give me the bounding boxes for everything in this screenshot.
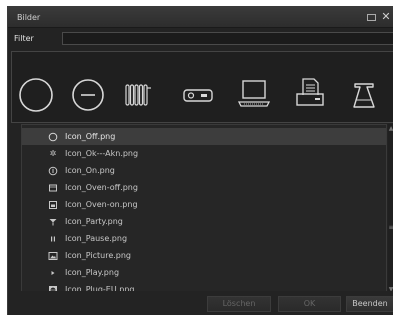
image-picker-dialog: Bilder ✕ Filter Icon_Off.png ✲ Icon_Ok--… bbox=[7, 6, 393, 315]
filter-input[interactable] bbox=[62, 32, 393, 45]
scroll-thumb[interactable]: ≡ bbox=[388, 224, 393, 232]
dialog-footer: Löschen OK Beenden bbox=[8, 291, 393, 315]
projector-icon[interactable] bbox=[177, 52, 219, 124]
play-icon bbox=[48, 268, 58, 278]
file-name: Icon_Pause.png bbox=[65, 234, 128, 243]
coffee-pot-icon[interactable] bbox=[343, 52, 385, 124]
file-name: Icon_Ok---Akn.png bbox=[65, 149, 139, 158]
oven-on-icon bbox=[48, 200, 58, 210]
circle-off-icon[interactable] bbox=[15, 52, 57, 124]
list-item[interactable]: Icon_On.png bbox=[22, 162, 386, 179]
file-name: Icon_Picture.png bbox=[65, 251, 132, 260]
picture-icon bbox=[48, 251, 58, 261]
list-item[interactable]: Icon_Picture.png bbox=[22, 247, 386, 264]
list-item[interactable]: Icon_Oven-off.png bbox=[22, 179, 386, 196]
quit-button[interactable]: Beenden bbox=[346, 296, 393, 312]
party-icon bbox=[48, 217, 58, 227]
list-item[interactable]: Icon_Pause.png bbox=[22, 230, 386, 247]
list-scrollbar[interactable]: ▲ ≡ ▼ bbox=[388, 124, 393, 296]
circle-off-icon bbox=[48, 132, 58, 142]
list-item[interactable]: Icon_Party.png bbox=[22, 213, 386, 230]
file-name: Icon_Off.png bbox=[65, 132, 116, 141]
file-name: Icon_Oven-off.png bbox=[65, 183, 138, 192]
list-item[interactable]: Icon_Play.png bbox=[22, 264, 386, 281]
pause-icon bbox=[48, 234, 58, 244]
filter-label: Filter bbox=[14, 34, 34, 43]
list-item[interactable]: ✲ Icon_Ok---Akn.png bbox=[22, 145, 386, 162]
ok-ack-icon: ✲ bbox=[49, 149, 57, 158]
file-name: Icon_Oven-on.png bbox=[65, 200, 138, 209]
laptop-icon[interactable] bbox=[233, 52, 275, 124]
list-item[interactable]: Icon_Off.png bbox=[22, 128, 386, 145]
restore-icon[interactable] bbox=[364, 10, 378, 24]
window-title: Bilder bbox=[17, 13, 41, 22]
file-name: Icon_On.png bbox=[65, 166, 115, 175]
filter-row: Filter bbox=[8, 31, 393, 47]
ok-button[interactable]: OK bbox=[278, 296, 341, 312]
list-item[interactable]: Icon_Oven-on.png bbox=[22, 196, 386, 213]
file-name: Icon_Party.png bbox=[65, 217, 123, 226]
oven-off-icon bbox=[48, 183, 58, 193]
printer-icon[interactable] bbox=[289, 52, 331, 124]
close-icon[interactable]: ✕ bbox=[379, 10, 393, 24]
radiator-icon[interactable] bbox=[116, 52, 158, 124]
delete-button[interactable]: Löschen bbox=[207, 296, 271, 312]
file-name: Icon_Play.png bbox=[65, 268, 120, 277]
circle-minus-icon[interactable] bbox=[67, 52, 109, 124]
scroll-up-icon[interactable]: ▲ bbox=[388, 126, 393, 132]
power-on-icon bbox=[48, 166, 58, 176]
image-file-list: Icon_Off.png ✲ Icon_Ok---Akn.png Icon_On… bbox=[21, 124, 387, 296]
title-bar[interactable]: Bilder ✕ bbox=[8, 7, 393, 28]
icon-preview-strip bbox=[11, 51, 393, 123]
